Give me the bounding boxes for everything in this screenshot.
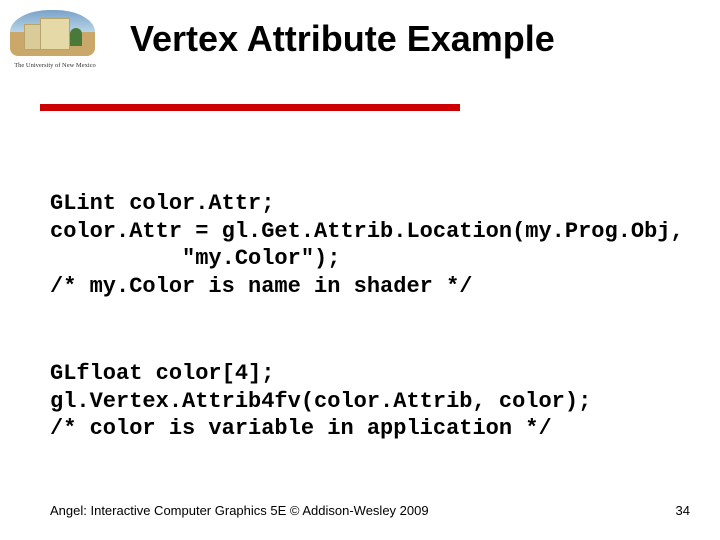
code-block-1: GLint color.Attr; color.Attr = gl.Get.At… xyxy=(50,190,684,300)
slide: The University of New Mexico Vertex Attr… xyxy=(0,0,720,540)
logo-caption: The University of New Mexico xyxy=(10,62,100,69)
footer-text: Angel: Interactive Computer Graphics 5E … xyxy=(50,503,429,518)
page-number: 34 xyxy=(676,503,690,518)
university-logo: The University of New Mexico xyxy=(10,10,100,69)
slide-title: Vertex Attribute Example xyxy=(130,18,555,60)
code-block-2: GLfloat color[4]; gl.Vertex.Attrib4fv(co… xyxy=(50,360,591,443)
logo-image xyxy=(10,10,95,60)
title-underline xyxy=(40,104,460,111)
